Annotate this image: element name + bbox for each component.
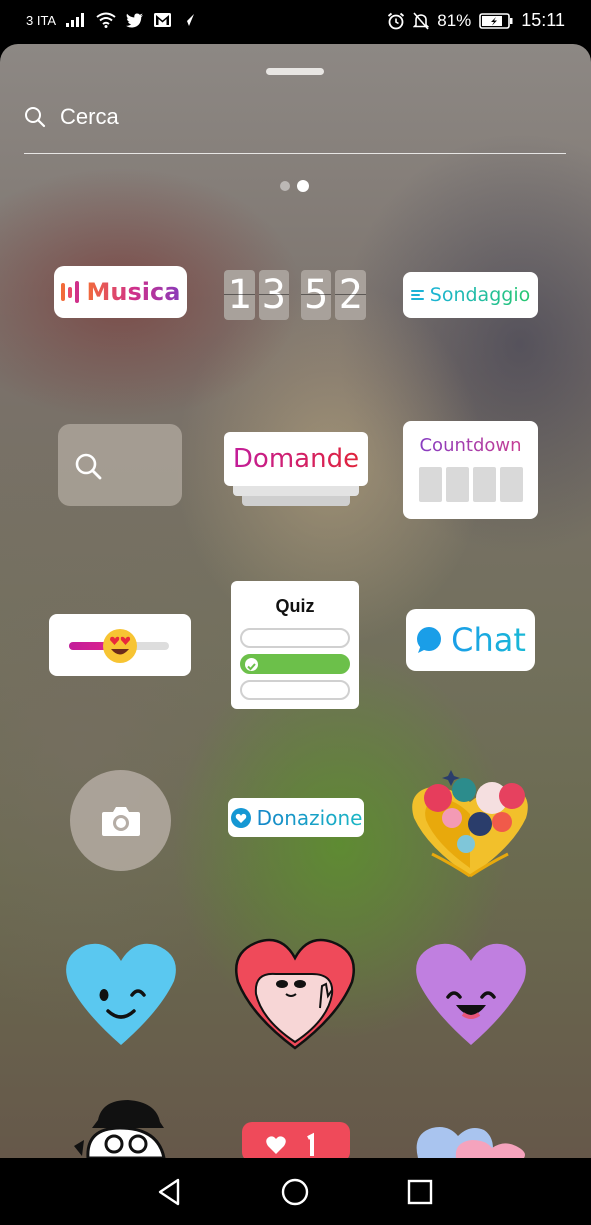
gmail-icon [154,13,172,27]
drag-handle[interactable] [266,68,324,75]
chat-sticker-label: Chat [451,621,526,659]
music-sticker[interactable]: Musica [54,266,187,318]
emoji-slider-sticker[interactable] [49,614,191,676]
check-icon [245,658,258,671]
winking-blue-heart-sticker[interactable] [62,941,180,1047]
search-bar [24,102,566,154]
countdown-boxes [419,467,523,502]
page-dot[interactable] [280,181,290,191]
quiz-sticker[interactable]: Quiz [231,581,359,709]
back-triangle-icon[interactable] [154,1176,186,1208]
status-bar-left: 3 ITA [26,12,195,28]
clock-digit: 2 [335,270,367,320]
donation-heart-icon [230,807,251,828]
heart-eyes-emoji-icon [103,629,137,663]
search-gif-sticker[interactable] [58,424,182,506]
recents-square-icon[interactable] [404,1176,436,1208]
smiling-purple-heart-sticker[interactable] [412,941,530,1047]
questions-sticker[interactable]: Domande [224,432,368,510]
carrier-label: 3 ITA [26,12,57,28]
quiz-option [240,680,350,700]
countdown-sticker-label: Countdown [403,435,538,456]
navigation-bar [0,1158,591,1225]
page-dot-active[interactable] [297,180,309,192]
chat-bubble-icon [417,627,442,653]
home-circle-icon[interactable] [279,1176,311,1208]
search-icon [25,107,46,128]
quiz-option-correct [240,654,350,674]
music-sticker-label: Musica [86,278,181,306]
poll-sticker[interactable]: Sondaggio [403,272,538,318]
search-input[interactable] [60,102,540,132]
clock-digit: 3 [258,270,290,320]
wifi-icon [96,12,116,28]
time-sticker[interactable]: 1 3 5 2 [224,270,367,320]
status-bar: 3 ITA 81% 15:11 [0,0,591,44]
countdown-sticker[interactable]: Countdown [403,421,538,519]
quiz-sticker-label: Quiz [275,596,315,616]
alarm-icon [388,12,405,29]
signal-icon [66,13,85,27]
like-counter-sticker[interactable] [242,1122,350,1158]
poll-sticker-label: Sondaggio [429,284,531,306]
camera-icon [101,806,140,836]
clock-digit: 1 [224,270,255,320]
search-icon [75,453,102,480]
battery-icon [479,12,513,29]
camera-sticker[interactable] [70,770,171,871]
clock-digit: 5 [300,270,332,320]
page-indicator [280,180,309,192]
status-bar-right: 81% 15:11 [387,10,565,31]
quiz-option [240,628,350,648]
pastel-hearts-sticker[interactable] [412,1122,528,1158]
notifications-off-icon [413,11,430,30]
character-red-heart-sticker[interactable] [234,938,356,1050]
chat-sticker[interactable]: Chat [406,609,535,671]
send-icon [182,14,195,26]
twitter-icon [126,12,144,28]
music-bars-icon [60,281,79,303]
poll-lines-icon [410,288,424,302]
donation-sticker-label: Donazione [256,805,363,830]
donation-sticker[interactable]: Donazione [228,798,364,837]
character-hat-sticker[interactable] [68,1098,178,1158]
questions-sticker-label: Domande [232,444,360,474]
sticker-tray: Musica 1 3 5 2 Sondaggio Domande Countdo… [0,44,591,1158]
clock-time: 15:11 [521,10,565,30]
heart-hands-sticker[interactable] [408,768,532,878]
battery-percent: 81% [437,10,472,30]
